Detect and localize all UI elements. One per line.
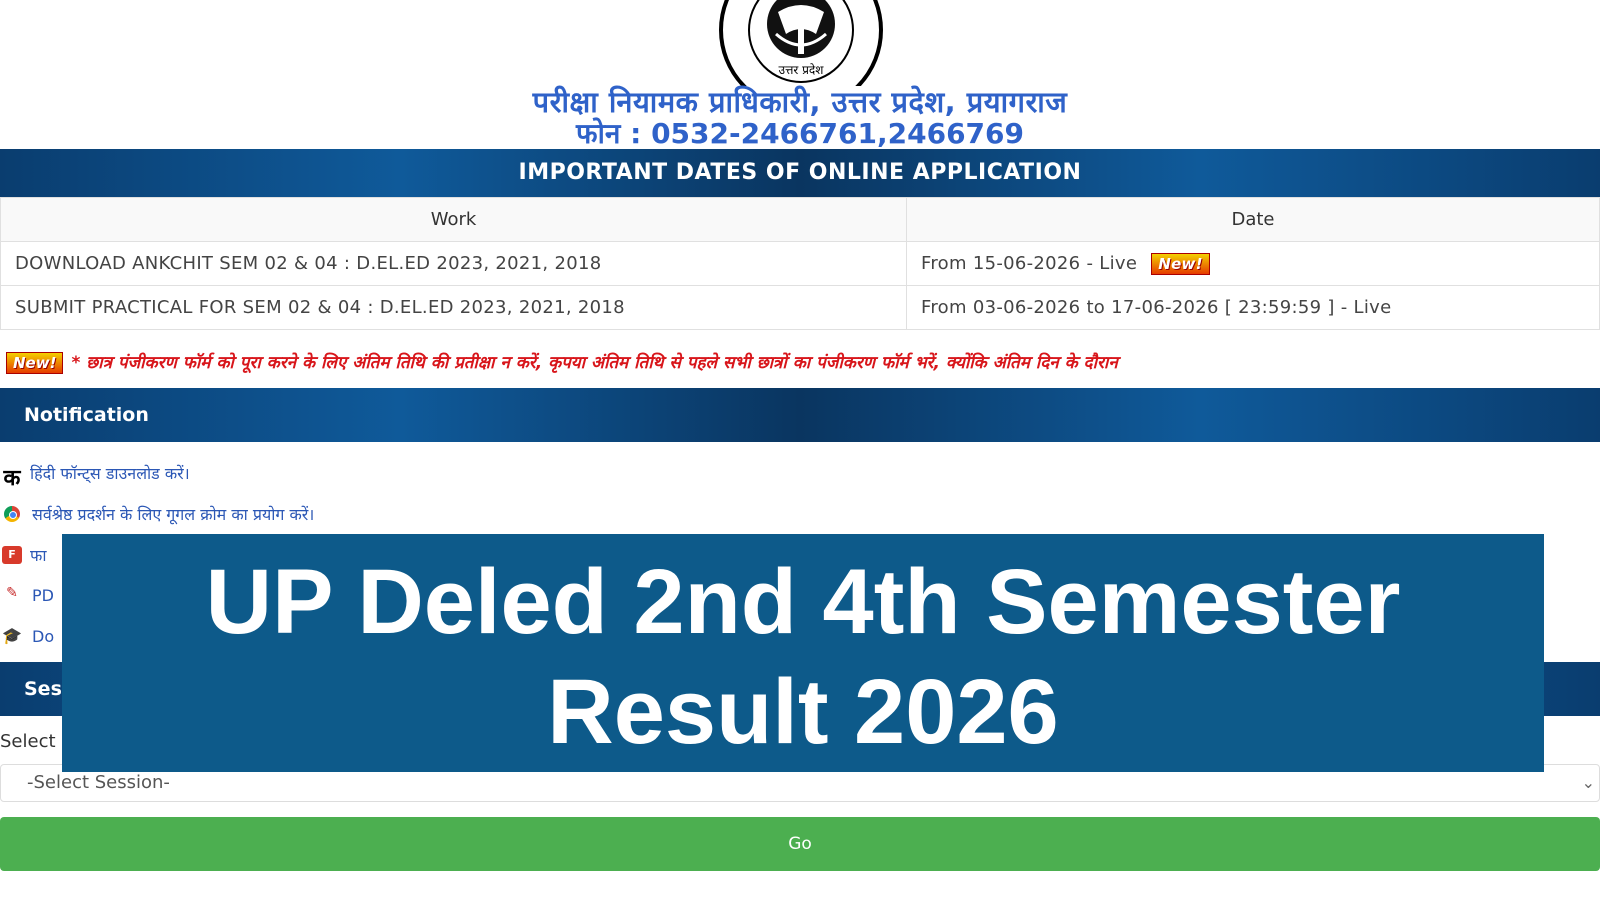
ka-icon: क <box>3 465 21 491</box>
banner-title-line2: Result 2026 <box>547 661 1059 763</box>
notification-link[interactable]: हिंदी फॉन्ट्स डाउनलोड करें। <box>30 462 190 484</box>
emblem-caption: उत्तर प्रदेश <box>779 63 825 77</box>
filezilla-icon: F <box>2 545 22 564</box>
phone-numbers: 0532-2466761,2466769 <box>651 117 1025 150</box>
go-button[interactable]: Go <box>0 817 1600 871</box>
org-phone: फोन : 0532-2466761,2466769 <box>0 114 1600 152</box>
table-row: DOWNLOAD ANKCHIT SEM 02 & 04 : D.EL.ED 2… <box>0 241 1600 286</box>
session-select-value: -Select Session- <box>27 772 170 793</box>
chrome-icon <box>4 505 20 522</box>
list-item[interactable]: क हिंदी फॉन्ट्स डाउनलोड करें। <box>0 452 1600 493</box>
select-session-label: Select <box>0 731 56 752</box>
row-date-text: From 15-06-2026 - Live <box>921 252 1138 274</box>
row-date: From 15-06-2026 - Live New! <box>906 241 1600 286</box>
new-badge-icon: New! <box>1151 252 1210 275</box>
new-badge-icon: New! <box>6 352 64 374</box>
important-dates-table: Work Date DOWNLOAD ANKCHIT SEM 02 & 04 :… <box>0 197 1600 330</box>
important-dates-title: IMPORTANT DATES OF ONLINE APPLICATION <box>0 149 1600 197</box>
column-header-date: Date <box>906 197 1600 242</box>
notification-link[interactable]: सर्वश्रेष्ठ प्रदर्शन के लिए गूगल क्रोम क… <box>32 503 314 525</box>
list-item[interactable]: सर्वश्रेष्ठ प्रदर्शन के लिए गूगल क्रोम क… <box>0 493 1600 534</box>
page-header: उत्तर प्रदेश परीक्षा नियामक प्राधिकारी, … <box>0 0 1600 150</box>
chevron-down-icon: ⌄ <box>1581 773 1595 792</box>
banner-title-line1: UP Deled 2nd 4th Semester <box>205 551 1401 653</box>
row-work-link[interactable]: DOWNLOAD ANKCHIT SEM 02 & 04 : D.EL.ED 2… <box>0 241 907 286</box>
notification-link[interactable]: Do <box>32 627 54 646</box>
row-date: From 03-06-2026 to 17-06-2026 [ 23:59:59… <box>906 285 1600 330</box>
graduation-cap-icon: 🎓 <box>2 625 22 645</box>
result-title-banner: UP Deled 2nd 4th Semester Result 2026 <box>62 534 1544 772</box>
phone-label: फोन : <box>575 117 652 150</box>
marquee-text: * छात्र पंजीकरण फॉर्म को पूरा करने के लि… <box>71 353 1118 373</box>
row-work-link[interactable]: SUBMIT PRACTICAL FOR SEM 02 & 04 : D.EL.… <box>0 285 907 330</box>
table-header-row: Work Date <box>0 197 1600 242</box>
notification-link[interactable]: फा <box>30 544 46 566</box>
table-row: SUBMIT PRACTICAL FOR SEM 02 & 04 : D.EL.… <box>0 285 1600 330</box>
pdf-icon: ✎ <box>6 584 18 601</box>
notification-link[interactable]: PD <box>32 586 54 605</box>
announcement-marquee: New! * छात्र पंजीकरण फॉर्म को पूरा करने क… <box>6 350 1600 376</box>
notification-title: Notification <box>0 388 1600 442</box>
up-emblem-logo: उत्तर प्रदेश <box>719 0 883 86</box>
column-header-work: Work <box>0 197 907 242</box>
